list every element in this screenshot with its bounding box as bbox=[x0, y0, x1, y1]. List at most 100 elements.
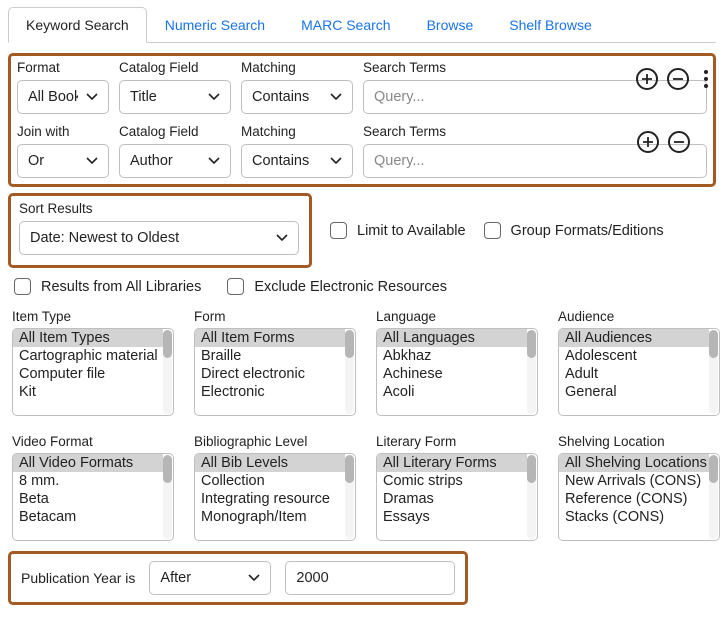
facet-literary-form: Literary Form All Literary FormsComic st… bbox=[376, 434, 538, 541]
tabs: Keyword Search Numeric Search MARC Searc… bbox=[8, 6, 716, 43]
item-type-list[interactable]: All Item TypesCartographic materialCompu… bbox=[12, 328, 174, 416]
item-type-label: Item Type bbox=[12, 309, 174, 324]
sort-value: Date: Newest to Oldest bbox=[30, 230, 179, 246]
list-option[interactable]: All Bib Levels bbox=[195, 454, 345, 472]
exclude-electronic-checkbox[interactable]: Exclude Electronic Resources bbox=[227, 278, 447, 295]
list-option[interactable]: All Audiences bbox=[559, 329, 709, 347]
all-libraries-checkbox[interactable]: Results from All Libraries bbox=[14, 278, 201, 295]
tab-numeric-search[interactable]: Numeric Search bbox=[147, 7, 283, 43]
add-row-button[interactable] bbox=[637, 131, 659, 153]
literary-form-label: Literary Form bbox=[376, 434, 538, 449]
tab-marc-search[interactable]: MARC Search bbox=[283, 7, 408, 43]
chevron-down-icon bbox=[330, 91, 342, 103]
list-option[interactable]: Comic strips bbox=[377, 472, 527, 490]
list-option[interactable]: Achinese bbox=[377, 365, 527, 383]
list-option[interactable]: 8 mm. bbox=[13, 472, 163, 490]
join-select[interactable]: Or bbox=[17, 144, 109, 178]
bib-level-list[interactable]: All Bib LevelsCollectionIntegrating reso… bbox=[194, 453, 356, 541]
facet-item-type: Item Type All Item TypesCartographic mat… bbox=[12, 309, 174, 416]
facet-video-format: Video Format All Video Formats8 mm.BetaB… bbox=[12, 434, 174, 541]
matching-value-1: Contains bbox=[252, 89, 309, 105]
list-option[interactable]: Acoli bbox=[377, 383, 527, 401]
list-option[interactable]: Stacks (CONS) bbox=[559, 508, 709, 526]
list-option[interactable]: Betacam bbox=[13, 508, 163, 526]
list-option[interactable]: Essays bbox=[377, 508, 527, 526]
catalog-field-select-1[interactable]: Title bbox=[119, 80, 231, 114]
chevron-down-icon bbox=[248, 572, 260, 584]
list-option[interactable]: Collection bbox=[195, 472, 345, 490]
pub-year-value: 2000 bbox=[296, 570, 328, 586]
row-menu-button[interactable] bbox=[698, 67, 714, 91]
catalog-field-value-1: Title bbox=[130, 89, 157, 105]
checkbox-icon bbox=[227, 278, 244, 295]
pub-year-op-select[interactable]: After bbox=[149, 561, 271, 595]
row1-actions bbox=[636, 67, 714, 97]
shelving-location-label: Shelving Location bbox=[558, 434, 720, 449]
search-panel: Keyword Search Numeric Search MARC Searc… bbox=[0, 0, 724, 619]
list-option[interactable]: Kit bbox=[13, 383, 163, 401]
list-option[interactable]: General bbox=[559, 383, 709, 401]
add-row-button[interactable] bbox=[636, 68, 658, 90]
audience-list[interactable]: All AudiencesAdolescentAdultGeneral bbox=[558, 328, 720, 416]
language-list[interactable]: All LanguagesAbkhazAchineseAcoli bbox=[376, 328, 538, 416]
group-formats-checkbox[interactable]: Group Formats/Editions bbox=[484, 222, 664, 239]
chevron-down-icon bbox=[330, 155, 342, 167]
form-label: Form bbox=[194, 309, 356, 324]
list-option[interactable]: Dramas bbox=[377, 490, 527, 508]
format-value: All Books bbox=[28, 89, 78, 105]
sort-select[interactable]: Date: Newest to Oldest bbox=[19, 221, 299, 255]
format-select[interactable]: All Books bbox=[17, 80, 109, 114]
list-option[interactable]: Integrating resource bbox=[195, 490, 345, 508]
row2-actions bbox=[637, 131, 690, 159]
list-option[interactable]: All Item Forms bbox=[195, 329, 345, 347]
checkbox-icon bbox=[14, 278, 31, 295]
list-option[interactable]: New Arrivals (CONS) bbox=[559, 472, 709, 490]
shelving-location-list[interactable]: All Shelving LocationsNew Arrivals (CONS… bbox=[558, 453, 720, 541]
list-option[interactable]: Monograph/Item bbox=[195, 508, 345, 526]
search-criteria-highlight: Format All Books Catalog Field Title Mat… bbox=[8, 53, 716, 187]
list-option[interactable]: All Literary Forms bbox=[377, 454, 527, 472]
list-option[interactable]: Computer file bbox=[13, 365, 163, 383]
format-label: Format bbox=[17, 60, 109, 75]
list-option[interactable]: Reference (CONS) bbox=[559, 490, 709, 508]
matching-label: Matching bbox=[241, 60, 353, 75]
pub-year-highlight: Publication Year is After 2000 bbox=[8, 551, 468, 605]
facet-shelving-location: Shelving Location All Shelving Locations… bbox=[558, 434, 720, 541]
secondary-checkbox-row: Results from All Libraries Exclude Elect… bbox=[14, 278, 716, 295]
list-option[interactable]: All Languages bbox=[377, 329, 527, 347]
literary-form-list[interactable]: All Literary FormsComic stripsDramasEssa… bbox=[376, 453, 538, 541]
form-list[interactable]: All Item FormsBrailleDirect electronicEl… bbox=[194, 328, 356, 416]
pub-year-input[interactable]: 2000 bbox=[285, 561, 455, 595]
list-option[interactable]: Braille bbox=[195, 347, 345, 365]
remove-row-button[interactable] bbox=[668, 131, 690, 153]
list-option[interactable]: All Item Types bbox=[13, 329, 163, 347]
video-format-list[interactable]: All Video Formats8 mm.BetaBetacam bbox=[12, 453, 174, 541]
facet-form: Form All Item FormsBrailleDirect electro… bbox=[194, 309, 356, 416]
chevron-down-icon bbox=[208, 155, 220, 167]
list-option[interactable]: Direct electronic bbox=[195, 365, 345, 383]
limit-available-checkbox[interactable]: Limit to Available bbox=[330, 222, 466, 239]
list-option[interactable]: Adolescent bbox=[559, 347, 709, 365]
catalog-field-select-2[interactable]: Author bbox=[119, 144, 231, 178]
search-row-2: Join with Or Catalog Field Author Matchi… bbox=[11, 120, 713, 184]
list-option[interactable]: All Video Formats bbox=[13, 454, 163, 472]
list-option[interactable]: Beta bbox=[13, 490, 163, 508]
tab-keyword-search[interactable]: Keyword Search bbox=[8, 7, 147, 43]
tab-shelf-browse[interactable]: Shelf Browse bbox=[491, 7, 609, 43]
tab-browse[interactable]: Browse bbox=[409, 7, 492, 43]
facet-language: Language All LanguagesAbkhazAchineseAcol… bbox=[376, 309, 538, 416]
video-format-label: Video Format bbox=[12, 434, 174, 449]
audience-label: Audience bbox=[558, 309, 720, 324]
list-option[interactable]: Abkhaz bbox=[377, 347, 527, 365]
chevron-down-icon bbox=[86, 155, 98, 167]
remove-row-button[interactable] bbox=[667, 68, 689, 90]
matching-select-1[interactable]: Contains bbox=[241, 80, 353, 114]
list-option[interactable]: All Shelving Locations bbox=[559, 454, 709, 472]
chevron-down-icon bbox=[208, 91, 220, 103]
matching-select-2[interactable]: Contains bbox=[241, 144, 353, 178]
pub-year-op-value: After bbox=[160, 570, 191, 586]
checkbox-icon bbox=[484, 222, 501, 239]
list-option[interactable]: Adult bbox=[559, 365, 709, 383]
list-option[interactable]: Electronic bbox=[195, 383, 345, 401]
list-option[interactable]: Cartographic material bbox=[13, 347, 163, 365]
